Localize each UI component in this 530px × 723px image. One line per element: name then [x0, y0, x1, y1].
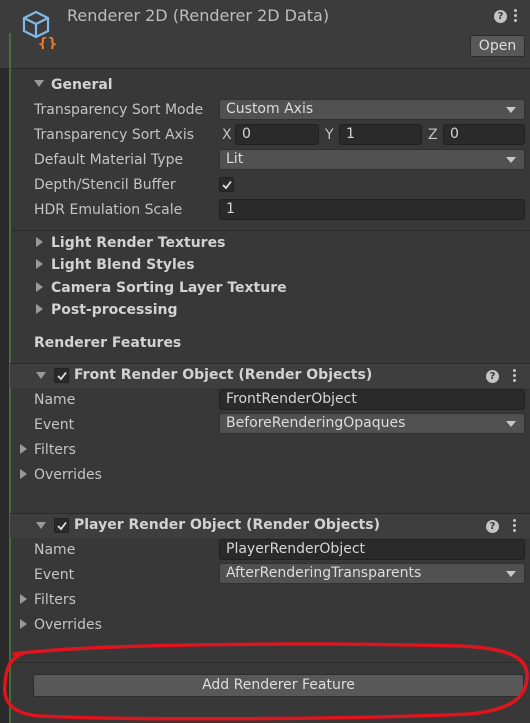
feature-name-input[interactable]: FrontRenderObject	[219, 389, 525, 410]
transparency-sort-mode-value: Custom Axis	[226, 101, 314, 117]
axis-z-label: Z	[428, 127, 438, 143]
foldout-filters[interactable]: Filters	[34, 441, 76, 459]
chevron-right-icon[interactable]	[20, 619, 27, 629]
depth-stencil-checkbox[interactable]	[219, 177, 234, 192]
foldout-overrides[interactable]: Overrides	[34, 616, 102, 634]
axis-y-input[interactable]: 1	[339, 124, 422, 145]
window-left-gutter	[0, 0, 9, 723]
chevron-right-icon[interactable]	[36, 304, 43, 314]
scriptable-object-icon: {}	[20, 9, 60, 53]
feature-event-label: Event	[34, 417, 75, 433]
foldout-camera-sorting-layer-texture[interactable]: Camera Sorting Layer Texture	[51, 279, 287, 297]
dropdown-arrow-icon	[506, 421, 516, 427]
foldout-post-processing[interactable]: Post-processing	[51, 301, 178, 319]
transparency-sort-mode-dropdown[interactable]: Custom Axis	[219, 99, 525, 120]
feature-enabled-checkbox[interactable]	[54, 518, 69, 533]
divider	[11, 230, 530, 231]
chevron-right-icon[interactable]	[20, 594, 27, 604]
feature-event-dropdown[interactable]: AfterRenderingTransparents	[219, 563, 525, 584]
feature-event-value: BeforeRenderingOpaques	[226, 415, 406, 431]
foldout-light-render-textures[interactable]: Light Render Textures	[51, 234, 225, 252]
feature-name-input[interactable]: PlayerRenderObject	[219, 539, 525, 560]
chevron-right-icon[interactable]	[20, 444, 27, 454]
chevron-right-icon[interactable]	[20, 469, 27, 479]
general-section-header[interactable]: General	[51, 76, 113, 94]
feature-name-label: Name	[34, 542, 76, 558]
transparency-sort-axis-label: Transparency Sort Axis	[34, 127, 195, 143]
axis-z-input[interactable]: 0	[443, 124, 525, 145]
annotation-highlight	[2, 642, 529, 721]
chevron-down-icon[interactable]	[34, 80, 44, 87]
axis-x-input[interactable]: 0	[235, 124, 319, 145]
feature-name-label: Name	[34, 392, 76, 408]
hdr-emulation-scale-input[interactable]: 1	[219, 199, 525, 220]
axis-y-label: Y	[325, 127, 334, 143]
checkmark-icon	[222, 180, 232, 190]
default-material-type-value: Lit	[226, 151, 244, 167]
foldout-overrides[interactable]: Overrides	[34, 466, 102, 484]
kebab-menu-icon[interactable]	[513, 369, 517, 384]
feature-title[interactable]: Front Render Object (Render Objects)	[74, 366, 372, 384]
default-material-type-dropdown[interactable]: Lit	[219, 149, 525, 170]
hdr-emulation-scale-label: HDR Emulation Scale	[34, 202, 183, 218]
chevron-right-icon[interactable]	[36, 259, 43, 269]
dropdown-arrow-icon	[506, 107, 516, 113]
checkmark-icon	[57, 521, 67, 531]
depth-stencil-buffer-label: Depth/Stencil Buffer	[34, 177, 176, 193]
feature-event-dropdown[interactable]: BeforeRenderingOpaques	[219, 413, 525, 434]
open-button[interactable]: Open	[470, 35, 525, 57]
kebab-menu-icon[interactable]	[513, 519, 517, 534]
chevron-down-icon[interactable]	[36, 522, 46, 529]
feature-title[interactable]: Player Render Object (Render Objects)	[74, 516, 380, 534]
help-icon[interactable]: ?	[486, 370, 499, 383]
svg-text:{}: {}	[38, 34, 57, 49]
renderer-features-label: Renderer Features	[34, 335, 182, 351]
dropdown-arrow-icon	[506, 571, 516, 577]
foldout-filters[interactable]: Filters	[34, 591, 76, 609]
help-icon[interactable]: ?	[486, 520, 499, 533]
axis-x-label: X	[222, 127, 232, 143]
transparency-sort-mode-label: Transparency Sort Mode	[34, 102, 204, 118]
feature-event-label: Event	[34, 567, 75, 583]
kebab-menu-icon[interactable]	[514, 9, 518, 24]
checkmark-icon	[57, 371, 67, 381]
page-title: Renderer 2D (Renderer 2D Data)	[67, 6, 330, 25]
chevron-down-icon[interactable]	[36, 372, 46, 379]
chevron-right-icon[interactable]	[36, 282, 43, 292]
feature-event-value: AfterRenderingTransparents	[226, 565, 422, 581]
foldout-light-blend-styles[interactable]: Light Blend Styles	[51, 256, 195, 274]
feature-enabled-checkbox[interactable]	[54, 368, 69, 383]
default-material-type-label: Default Material Type	[34, 152, 184, 168]
help-icon[interactable]: ?	[494, 10, 507, 23]
chevron-right-icon[interactable]	[36, 237, 43, 247]
dropdown-arrow-icon	[506, 157, 516, 163]
